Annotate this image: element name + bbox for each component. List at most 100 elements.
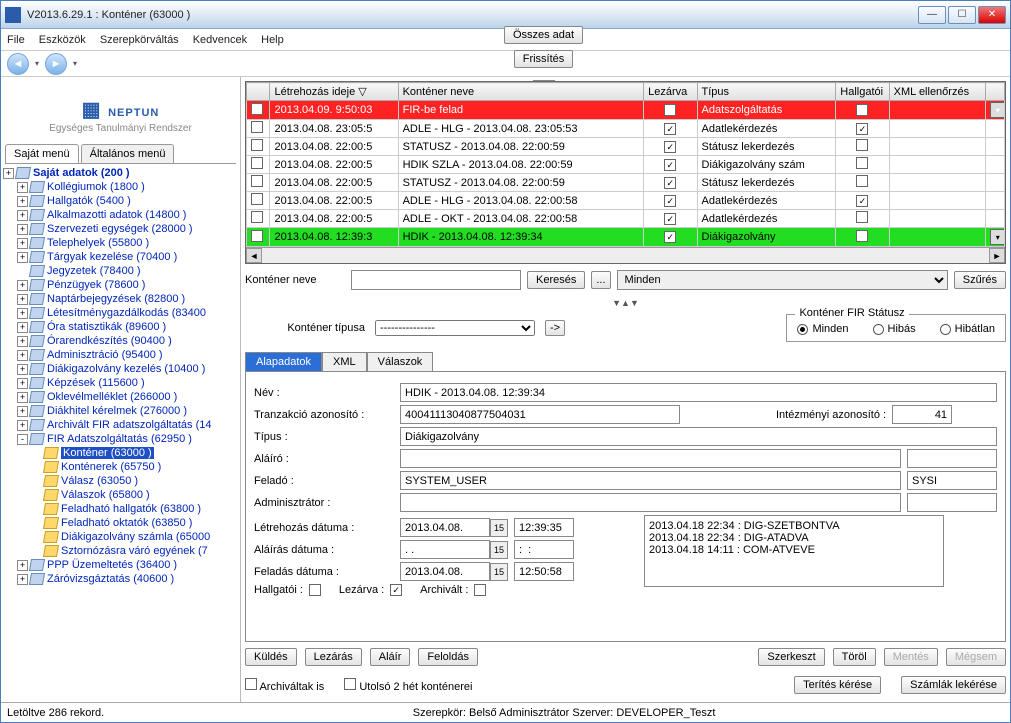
table-row[interactable]: 2013.04.09. 9:50:03FIR-be felad✓Adatszol… <box>247 101 1005 120</box>
create-time[interactable] <box>514 518 574 537</box>
scroll-left[interactable]: ◄ <box>246 248 262 263</box>
tree-node[interactable]: +Kollégiumok (1800 ) <box>3 180 238 194</box>
tree-node[interactable]: Sztornózásra váró egyének (7 <box>3 544 238 558</box>
tab-xml[interactable]: XML <box>322 352 367 371</box>
type-go-button[interactable]: -> <box>545 320 565 336</box>
tree-node[interactable]: +Pénzügyek (78600 ) <box>3 278 238 292</box>
hallgatoi-check[interactable] <box>309 584 321 596</box>
tree-node[interactable]: +Archivált FIR adatszolgáltatás (14 <box>3 418 238 432</box>
transaction-id-field[interactable] <box>400 405 680 424</box>
sign-time[interactable] <box>514 540 574 559</box>
unlock-button[interactable]: Feloldás <box>418 648 478 666</box>
sign-date[interactable] <box>400 540 490 559</box>
search-more-button[interactable]: ... <box>591 271 610 289</box>
tab-alapadatok[interactable]: Alapadatok <box>245 352 322 371</box>
tree-node[interactable]: Feladható oktatók (63850 ) <box>3 516 238 530</box>
table-row[interactable]: 2013.04.08. 22:00:5HDIK SZLA - 2013.04.0… <box>247 156 1005 174</box>
calendar-icon[interactable]: 15 <box>490 541 508 559</box>
tree-node[interactable]: +Órarendkészítés (90400 ) <box>3 334 238 348</box>
tab-valaszok[interactable]: Válaszok <box>367 352 434 371</box>
tree-node[interactable]: +Diákigazolvány kezelés (10400 ) <box>3 362 238 376</box>
tree-node[interactable]: Konténer (63000 ) <box>3 446 238 460</box>
table-row[interactable]: 2013.04.08. 22:00:5STATUSZ - 2013.04.08.… <box>247 174 1005 192</box>
tab-general-menu[interactable]: Általános menü <box>81 144 175 163</box>
tree-node[interactable]: +Hallgatók (5400 ) <box>3 194 238 208</box>
refresh-button[interactable]: Frissítés <box>514 50 574 68</box>
tree-node[interactable]: +Záróvizsgáztatás (40600 ) <box>3 572 238 586</box>
log-memo[interactable]: 2013.04.18 22:34 : DIG-SZETBONTVA 2013.0… <box>644 515 944 587</box>
delete-button[interactable]: Töröl <box>833 648 876 666</box>
tree-node[interactable]: Feladható hallgatók (63800 ) <box>3 502 238 516</box>
archivalt-check[interactable] <box>474 584 486 596</box>
table-row[interactable]: 2013.04.08. 22:00:5STATUSZ - 2013.04.08.… <box>247 138 1005 156</box>
send-time[interactable] <box>514 562 574 581</box>
name-field[interactable] <box>400 383 997 402</box>
create-date[interactable] <box>400 518 490 537</box>
tree-node[interactable]: +Létesítménygazdálkodás (83400 <box>3 306 238 320</box>
radio-ok[interactable]: Hibátlan <box>940 323 995 335</box>
tree-node[interactable]: +Tárgyak kezelése (70400 ) <box>3 250 238 264</box>
tree-node[interactable]: Jegyzetek (78400 ) <box>3 264 238 278</box>
save-button[interactable]: Mentés <box>884 648 938 666</box>
table-row[interactable]: 2013.04.08. 22:00:5ADLE - HLG - 2013.04.… <box>247 192 1005 210</box>
szamlak-button[interactable]: Számlák lekérése <box>901 676 1006 694</box>
lezarva-check[interactable]: ✓ <box>390 584 402 596</box>
menu-file[interactable]: File <box>7 34 25 46</box>
signer-field[interactable] <box>400 449 901 468</box>
tree-node[interactable]: +Alkalmazotti adatok (14800 ) <box>3 208 238 222</box>
search-input[interactable] <box>351 270 521 290</box>
scroll-right[interactable]: ► <box>989 248 1005 263</box>
tree-node[interactable]: +Saját adatok (200 ) <box>3 166 238 180</box>
tree-node[interactable]: +Oklevélmelléklet (266000 ) <box>3 390 238 404</box>
cancel-button[interactable]: Mégsem <box>946 648 1006 666</box>
tree-node[interactable]: +Óra statisztikák (89600 ) <box>3 320 238 334</box>
tree-node[interactable]: +Telephelyek (55800 ) <box>3 236 238 250</box>
tree-node[interactable]: -FIR Adatszolgáltatás (62950 ) <box>3 432 238 446</box>
type-field[interactable] <box>400 427 997 446</box>
tree-node[interactable]: Diákigazolvány számla (65000 <box>3 530 238 544</box>
search-button[interactable]: Keresés <box>527 271 585 289</box>
app-icon <box>5 7 21 23</box>
tab-own-menu[interactable]: Saját menü <box>5 144 79 163</box>
type-select[interactable]: --------------- <box>375 320 535 336</box>
tree-node[interactable]: Válaszok (65800 ) <box>3 488 238 502</box>
terites-button[interactable]: Terítés kérése <box>794 676 881 694</box>
admin-field2[interactable] <box>907 493 997 512</box>
send-date[interactable] <box>400 562 490 581</box>
filter-button[interactable]: Szűrés <box>954 271 1006 289</box>
back-button[interactable]: ◄ <box>7 53 29 75</box>
forward-button[interactable]: ► <box>45 53 67 75</box>
table-row[interactable]: 2013.04.08. 12:39:3HDIK - 2013.04.08. 12… <box>247 228 1005 247</box>
table-row[interactable]: 2013.04.08. 22:00:5ADLE - OKT - 2013.04.… <box>247 210 1005 228</box>
archived-also-check[interactable] <box>245 678 257 690</box>
statusbar: Letöltve 286 rekord. Szerepkör: Belső Ad… <box>1 702 1010 722</box>
tree-node[interactable]: +Diákhitel kérelmek (276000 ) <box>3 404 238 418</box>
all-data-button[interactable]: Összes adat <box>504 26 583 44</box>
close-container-button[interactable]: Lezárás <box>305 648 362 666</box>
tree-node[interactable]: +Adminisztráció (95400 ) <box>3 348 238 362</box>
tree-node[interactable]: +Naptárbejegyzések (82800 ) <box>3 292 238 306</box>
last2weeks-check[interactable] <box>344 678 356 690</box>
sender-field[interactable] <box>400 471 901 490</box>
radio-error[interactable]: Hibás <box>873 323 916 335</box>
filter-select[interactable]: Minden <box>617 270 948 290</box>
admin-field[interactable] <box>400 493 901 512</box>
tree-node[interactable]: +Képzések (115600 ) <box>3 376 238 390</box>
signer-field2[interactable] <box>907 449 997 468</box>
sign-button[interactable]: Aláír <box>370 648 411 666</box>
send-button[interactable]: Küldés <box>245 648 297 666</box>
grid[interactable]: Létrehozás ideje ▽Konténer neveLezárvaTí… <box>245 81 1006 264</box>
tree[interactable]: +Saját adatok (200 )+Kollégiumok (1800 )… <box>1 164 240 702</box>
tree-node[interactable]: Válasz (63050 ) <box>3 474 238 488</box>
sender-field2[interactable] <box>907 471 997 490</box>
edit-button[interactable]: Szerkeszt <box>758 648 824 666</box>
tree-node[interactable]: +PPP Üzemeltetés (36400 ) <box>3 558 238 572</box>
tree-node[interactable]: Konténerek (65750 ) <box>3 460 238 474</box>
institution-id-field[interactable] <box>892 405 952 424</box>
calendar-icon[interactable]: 15 <box>490 519 508 537</box>
tree-node[interactable]: +Szervezeti egységek (28000 ) <box>3 222 238 236</box>
menu-tools[interactable]: Eszközök <box>39 34 86 46</box>
calendar-icon[interactable]: 15 <box>490 563 508 581</box>
radio-all[interactable]: Minden <box>797 323 848 335</box>
table-row[interactable]: 2013.04.08. 23:05:5ADLE - HLG - 2013.04.… <box>247 120 1005 138</box>
